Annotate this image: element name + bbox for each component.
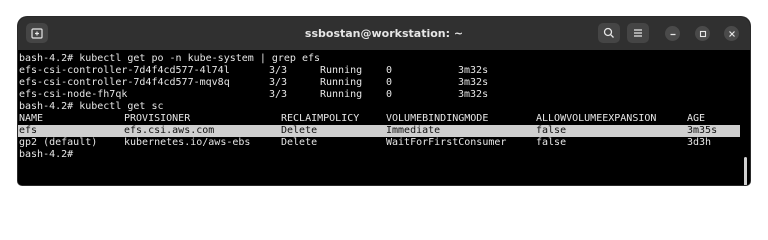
- hamburger-menu-icon: [634, 29, 642, 37]
- command-line: bash-4.2# kubectl get sc: [19, 101, 164, 112]
- pod-status: Running: [320, 89, 363, 100]
- pod-restarts: 0: [386, 77, 393, 88]
- terminal-window: ssbostan@workstation: ~ bash-4.2# kubect…: [18, 17, 750, 185]
- close-icon: [728, 30, 735, 37]
- sc-reclaim-policy: Delete: [281, 137, 318, 148]
- title-bar: ssbostan@workstation: ~: [18, 17, 750, 50]
- pod-restarts: 0: [386, 65, 393, 76]
- pod-status: Running: [320, 65, 363, 76]
- sc-allow-expansion: false: [536, 125, 567, 136]
- sc-name: gp2 (default): [19, 137, 98, 148]
- sc-binding-mode: WaitForFirstConsumer: [386, 137, 507, 148]
- menu-button[interactable]: [627, 23, 649, 43]
- pod-status: Running: [320, 77, 363, 88]
- column-header: NAME: [19, 113, 44, 124]
- sc-allow-expansion: false: [536, 137, 567, 148]
- sc-binding-mode: Immediate: [386, 125, 441, 136]
- sc-provisioner: kubernetes.io/aws-ebs: [124, 137, 251, 148]
- column-header: ALLOWVOLUMEEXPANSION: [536, 113, 657, 124]
- sc-age: 3m35s: [687, 125, 718, 136]
- pod-ready: 3/3: [269, 77, 288, 88]
- column-header: PROVISIONER: [124, 113, 191, 124]
- pod-row: efs-csi-node-fh7qk 3/3 Running 0 3m32s: [19, 89, 739, 101]
- pod-row: efs-csi-controller-7d4f4cd577-4l74l 3/3 …: [19, 65, 739, 77]
- sc-reclaim-policy: Delete: [281, 125, 318, 136]
- sc-name: efs: [19, 125, 38, 136]
- sc-provisioner: efs.csi.aws.com: [124, 125, 215, 136]
- pod-age: 3m32s: [458, 77, 489, 88]
- minimize-button[interactable]: [665, 26, 680, 41]
- pod-restarts: 0: [386, 89, 393, 100]
- pod-ready: 3/3: [269, 89, 288, 100]
- table-header-row: NAME PROVISIONER RECLAIMPOLICY VOLUMEBIN…: [19, 113, 739, 125]
- search-button[interactable]: [598, 23, 620, 43]
- column-header: RECLAIMPOLICY: [281, 113, 360, 124]
- table-row: gp2 (default) kubernetes.io/aws-ebs Dele…: [19, 137, 739, 149]
- prompt-line: bash-4.2#: [19, 149, 74, 160]
- column-header: VOLUMEBINDINGMODE: [386, 113, 489, 124]
- table-row-selected[interactable]: efs efs.csi.aws.com Delete Immediate fal…: [18, 125, 740, 137]
- pod-name: efs-csi-controller-7d4f4cd577-mqv8q: [19, 77, 230, 88]
- pod-age: 3m32s: [458, 65, 489, 76]
- pod-name: efs-csi-node-fh7qk: [19, 89, 128, 100]
- command-line: bash-4.2# kubectl get po -n kube-system …: [19, 53, 321, 64]
- search-icon: [603, 27, 614, 38]
- pod-ready: 3/3: [269, 65, 288, 76]
- pod-row: efs-csi-controller-7d4f4cd577-mqv8q 3/3 …: [19, 77, 739, 89]
- maximize-button[interactable]: [695, 26, 710, 41]
- close-button[interactable]: [724, 26, 739, 41]
- pod-name: efs-csi-controller-7d4f4cd577-4l74l: [19, 65, 230, 76]
- sc-age: 3d3h: [687, 137, 712, 148]
- column-header: AGE: [687, 113, 706, 124]
- pod-age: 3m32s: [458, 89, 489, 100]
- vertical-scrollbar[interactable]: [744, 157, 747, 185]
- minimize-icon: [670, 33, 675, 35]
- maximize-icon: [699, 30, 706, 37]
- terminal-output[interactable]: bash-4.2# kubectl get po -n kube-system …: [18, 50, 750, 185]
